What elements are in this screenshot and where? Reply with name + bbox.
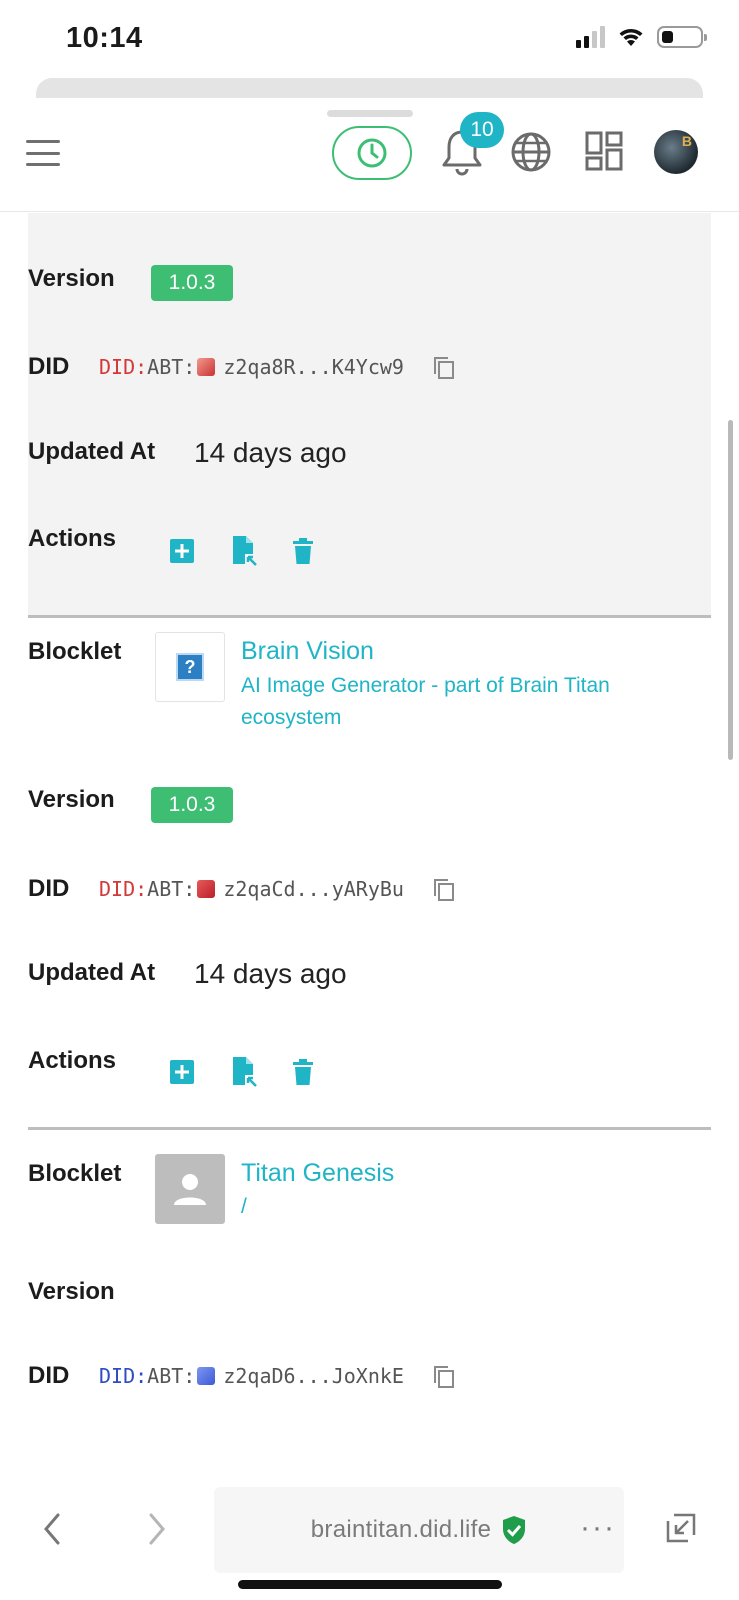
back-icon[interactable] <box>40 1511 64 1547</box>
delete-icon[interactable] <box>293 538 313 564</box>
did-label: DID <box>28 875 70 902</box>
did-prefix: DID: <box>99 1364 148 1388</box>
home-indicator[interactable] <box>238 1580 502 1589</box>
status-bar: 10:14 <box>0 0 739 78</box>
app-header: 10 <box>0 98 739 212</box>
did-short: z2qaD6...JoXnkE <box>223 1364 404 1388</box>
apps-icon[interactable] <box>585 131 623 171</box>
did-avatar-icon <box>197 880 216 898</box>
blocklet-list: Version 1.0.3 DID DID: ABT: z2qa8R...K4Y… <box>0 213 739 1483</box>
version-label: Version <box>28 786 115 813</box>
blocklet-description: / <box>241 1195 247 1218</box>
did-avatar-icon <box>197 358 216 376</box>
address-bar[interactable]: braintitan.did.life <box>214 1487 624 1573</box>
help-icon: ? <box>176 653 204 681</box>
wifi-icon <box>619 29 643 46</box>
blocklet-title[interactable]: Brain Vision <box>241 637 374 666</box>
blocklet-logo[interactable] <box>155 1154 225 1224</box>
add-icon[interactable] <box>170 539 194 563</box>
copy-icon[interactable] <box>433 878 455 902</box>
status-icons <box>576 26 707 48</box>
did-method: ABT: <box>147 355 196 379</box>
blocklet-card-highlighted <box>28 213 711 618</box>
verified-shield-icon <box>503 1516 526 1544</box>
did-short: z2qaCd...yARyBu <box>223 877 404 901</box>
version-label: Version <box>28 265 115 292</box>
updated-at-label: Updated At <box>28 959 156 986</box>
updated-at-value: 14 days ago <box>194 958 347 989</box>
blocklet-title[interactable]: Titan Genesis <box>241 1159 394 1188</box>
did-label: DID <box>28 1362 70 1389</box>
person-placeholder-icon <box>174 1174 206 1205</box>
notification-badge: 10 <box>460 112 504 148</box>
did-prefix: DID: <box>99 355 148 379</box>
collapse-icon[interactable] <box>664 1511 698 1545</box>
battery-icon <box>657 26 707 48</box>
clock-icon <box>357 138 387 168</box>
blocklet-description: AI Image Generator - part of Brain Titan… <box>241 674 610 729</box>
menu-icon[interactable] <box>26 140 60 166</box>
scrollbar[interactable] <box>728 420 733 760</box>
did-value: DID: ABT: z2qaCd...yARyBu <box>99 877 404 901</box>
cellular-signal-icon <box>576 26 605 48</box>
actions-label: Actions <box>28 525 117 552</box>
did-method: ABT: <box>147 1364 196 1388</box>
globe-icon[interactable] <box>510 131 552 173</box>
updated-at-value: 14 days ago <box>194 437 347 468</box>
avatar[interactable] <box>654 130 698 174</box>
blocklet-label: Blocklet <box>28 1160 122 1187</box>
delete-icon[interactable] <box>293 1059 313 1085</box>
blocklet-label: Blocklet <box>28 638 122 665</box>
url-text: braintitan.did.life <box>310 1516 492 1543</box>
blocklet-logo[interactable]: ? <box>155 632 225 702</box>
version-badge: 1.0.3 <box>151 265 233 301</box>
sheet-edge <box>36 78 703 98</box>
copy-icon[interactable] <box>433 1365 455 1389</box>
card-divider <box>28 1127 711 1130</box>
add-icon[interactable] <box>170 1060 194 1084</box>
drag-handle[interactable] <box>327 110 413 117</box>
actions-label: Actions <box>28 1047 117 1074</box>
status-time: 10:14 <box>66 22 143 54</box>
did-value: DID: ABT: z2qa8R...K4Ycw9 <box>99 355 404 379</box>
version-badge: 1.0.3 <box>151 787 233 823</box>
did-method: ABT: <box>147 877 196 901</box>
history-button[interactable] <box>332 126 412 180</box>
did-value: DID: ABT: z2qaD6...JoXnkE <box>99 1364 404 1388</box>
forward-icon[interactable] <box>145 1511 169 1547</box>
export-file-icon[interactable] <box>231 1057 259 1087</box>
export-file-icon[interactable] <box>231 536 259 566</box>
version-label: Version <box>28 1278 115 1305</box>
did-label: DID <box>28 353 70 380</box>
did-prefix: DID: <box>99 877 148 901</box>
did-short: z2qa8R...K4Ycw9 <box>223 355 404 379</box>
more-options-button[interactable]: ··· <box>580 1511 616 1545</box>
did-avatar-icon <box>197 1367 216 1385</box>
copy-icon[interactable] <box>433 356 455 380</box>
updated-at-label: Updated At <box>28 438 156 465</box>
